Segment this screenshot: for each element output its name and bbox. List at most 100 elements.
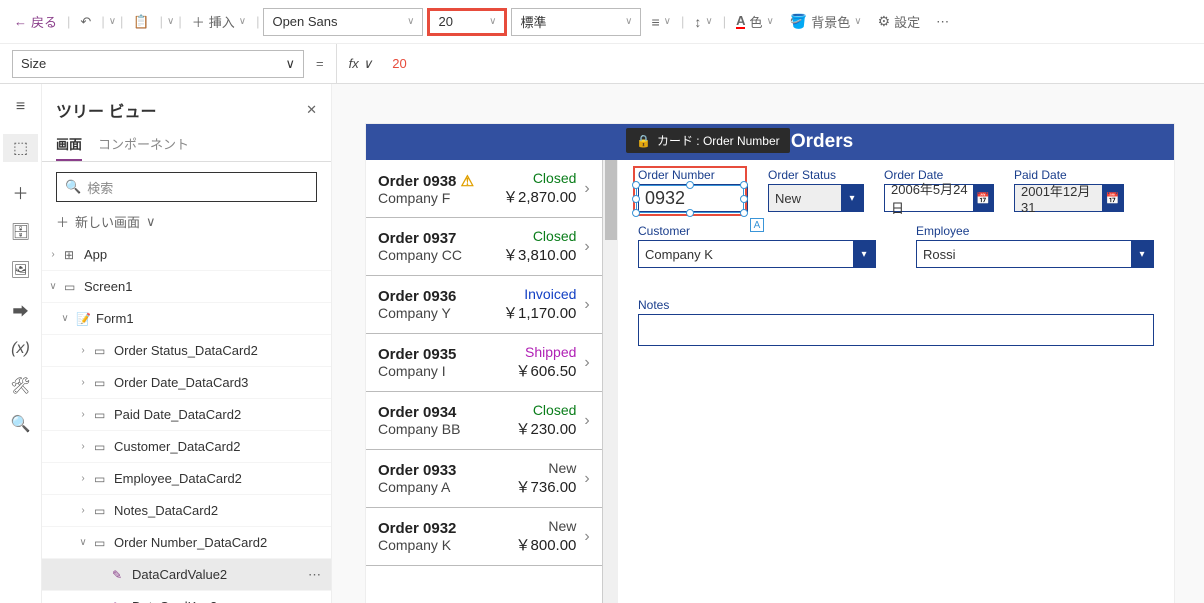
- order-row[interactable]: Order 0933 Company A New￥736.00 ›: [366, 450, 602, 508]
- tree-item-datacard[interactable]: ›▭Order Status_DataCard2: [42, 335, 331, 367]
- more-icon[interactable]: ⋯: [308, 567, 323, 583]
- chevron-right-icon: ›: [584, 296, 589, 314]
- tree-search-input[interactable]: 🔍 検索: [56, 172, 317, 202]
- align-icon: ≡: [651, 14, 659, 30]
- chevron-right-icon: ›: [584, 412, 589, 430]
- fx-label[interactable]: fx∨: [336, 44, 377, 83]
- card-tooltip: 🔒カード : Order Number: [626, 128, 790, 153]
- tree-item-datacard[interactable]: ›▭Order Date_DataCard3: [42, 367, 331, 399]
- insert-button[interactable]: ＋挿入 ∨: [186, 8, 252, 35]
- chevron-down-icon[interactable]: ∨: [167, 16, 174, 27]
- order-row[interactable]: Order 0938 ⚠Company F Closed￥2,870.00 ›: [366, 160, 602, 218]
- type-badge: A: [750, 218, 764, 232]
- undo-button[interactable]: ↶: [74, 10, 97, 34]
- chevron-down-icon: ▾: [853, 241, 875, 267]
- scrollbar[interactable]: [603, 160, 618, 603]
- customer-select[interactable]: Company K▾: [638, 240, 876, 268]
- calendar-icon: 📅: [973, 185, 993, 211]
- textinput-icon: ✎: [112, 568, 128, 582]
- valign-button[interactable]: ↕∨: [688, 10, 718, 34]
- app-icon: ⊞: [64, 248, 80, 262]
- tree-item-screen1[interactable]: ∨▭Screen1: [42, 271, 331, 303]
- tab-component[interactable]: コンポーネント: [98, 126, 189, 161]
- gear-icon: ⚙: [878, 13, 891, 30]
- align-button[interactable]: ≡∨: [645, 10, 677, 34]
- resize-handle[interactable]: [632, 195, 640, 203]
- card-icon: ▭: [94, 504, 110, 518]
- app-frame: d Orders Order 0938 ⚠Company F Closed￥2,…: [366, 124, 1174, 603]
- order-row[interactable]: Order 0934 Company BB Closed￥230.00 ›: [366, 392, 602, 450]
- left-rail: ≡ ⬚ ＋ 🗄 🖼 ⮕ (x) 🛠 🔍: [0, 84, 42, 603]
- tree-item-datacardkey2[interactable]: ✎DataCardKey2: [42, 591, 331, 603]
- media-icon[interactable]: 🖼: [10, 260, 30, 280]
- more-icon: ⋯: [936, 14, 949, 30]
- paid-date-input[interactable]: 2001年12月31📅: [1014, 184, 1124, 212]
- resize-handles[interactable]: [636, 185, 744, 213]
- card-icon: ▭: [94, 472, 110, 486]
- bg-color-button[interactable]: 🪣 背景色 ∨: [784, 8, 868, 35]
- flow-icon[interactable]: ⮕: [12, 298, 28, 322]
- tree-item-app[interactable]: ›⊞App: [42, 239, 331, 271]
- chevron-down-icon: ▾: [1131, 241, 1153, 267]
- search-icon[interactable]: 🔍: [11, 414, 31, 434]
- canvas[interactable]: d Orders Order 0938 ⚠Company F Closed￥2,…: [332, 84, 1204, 603]
- order-date-input[interactable]: 2006年5月24日📅: [884, 184, 994, 212]
- resize-handle[interactable]: [632, 181, 640, 189]
- notes-input[interactable]: [638, 314, 1154, 346]
- tree-item-datacard[interactable]: ›▭Employee_DataCard2: [42, 463, 331, 495]
- card-icon: ▭: [94, 440, 110, 454]
- font-size-input[interactable]: 20∨: [427, 8, 507, 36]
- scrollbar-thumb[interactable]: [605, 160, 617, 240]
- resize-handle[interactable]: [686, 181, 694, 189]
- hamburger-icon[interactable]: ≡: [16, 98, 25, 116]
- resize-handle[interactable]: [632, 209, 640, 217]
- label-icon: ✎: [112, 600, 128, 603]
- resize-handle[interactable]: [686, 209, 694, 217]
- layers-icon[interactable]: ⬚: [3, 134, 38, 162]
- paste-button[interactable]: 📋: [127, 10, 155, 34]
- plus-icon[interactable]: ＋: [12, 180, 28, 204]
- data-icon[interactable]: 🗄: [10, 222, 30, 242]
- tree-item-datacardvalue2[interactable]: ✎DataCardValue2⋯: [42, 559, 331, 591]
- chevron-down-icon[interactable]: ∨: [109, 16, 116, 27]
- tree-view-panel: ツリー ビュー ✕ 画面 コンポーネント 🔍 検索 ＋ 新しい画面 ∨ ›⊞Ap…: [42, 84, 332, 603]
- formula-bar: Size∨ = fx∨ 20: [0, 44, 1204, 84]
- top-toolbar: ←戻る | ↶ |∨ | 📋 |∨ | ＋挿入 ∨ | Open Sans∨ 2…: [0, 0, 1204, 44]
- equals-label: =: [304, 56, 336, 71]
- chevron-right-icon: ›: [584, 180, 589, 198]
- order-status-select[interactable]: New▾: [768, 184, 864, 212]
- variables-icon[interactable]: (x): [11, 340, 30, 358]
- order-list[interactable]: Order 0938 ⚠Company F Closed￥2,870.00 ›O…: [366, 160, 603, 603]
- tree-item-datacard[interactable]: ›▭Customer_DataCard2: [42, 431, 331, 463]
- lock-icon: 🔒: [636, 134, 651, 148]
- font-color-button[interactable]: A 色 ∨: [730, 8, 780, 35]
- font-select[interactable]: Open Sans∨: [263, 8, 423, 36]
- order-row[interactable]: Order 0936 Company Y Invoiced￥1,170.00 ›: [366, 276, 602, 334]
- tree-item-datacard[interactable]: ›▭Paid Date_DataCard2: [42, 399, 331, 431]
- resize-handle[interactable]: [740, 209, 748, 217]
- more-button[interactable]: ⋯: [930, 10, 955, 34]
- settings-button[interactable]: ⚙ 設定: [872, 8, 927, 35]
- font-weight-select[interactable]: 標準∨: [511, 8, 641, 36]
- order-row[interactable]: Order 0932 Company K New￥800.00 ›: [366, 508, 602, 566]
- tree-item-datacard[interactable]: ›▭Notes_DataCard2: [42, 495, 331, 527]
- order-row[interactable]: Order 0935 Company I Shipped￥606.50 ›: [366, 334, 602, 392]
- formula-value[interactable]: 20: [376, 56, 406, 71]
- chevron-right-icon: ›: [584, 528, 589, 546]
- tab-screen[interactable]: 画面: [56, 126, 82, 161]
- employee-select[interactable]: Rossi▾: [916, 240, 1154, 268]
- form-icon: 📝: [76, 312, 92, 326]
- search-icon: 🔍: [65, 179, 81, 195]
- form-area: Order Number 0932 Order Status New▾ Orde…: [618, 160, 1174, 603]
- order-row[interactable]: Order 0937 Company CC Closed￥3,810.00 ›: [366, 218, 602, 276]
- property-select[interactable]: Size∨: [12, 50, 304, 78]
- tools-icon[interactable]: 🛠: [10, 376, 30, 396]
- new-screen-button[interactable]: ＋ 新しい画面 ∨: [56, 212, 317, 231]
- clipboard-icon: 📋: [133, 14, 149, 30]
- resize-handle[interactable]: [740, 181, 748, 189]
- resize-handle[interactable]: [740, 195, 748, 203]
- tree-item-form1[interactable]: ∨📝Form1: [42, 303, 331, 335]
- tree-item-datacard[interactable]: ∨▭Order Number_DataCard2: [42, 527, 331, 559]
- close-icon[interactable]: ✕: [306, 102, 317, 118]
- back-button[interactable]: ←戻る: [8, 8, 63, 35]
